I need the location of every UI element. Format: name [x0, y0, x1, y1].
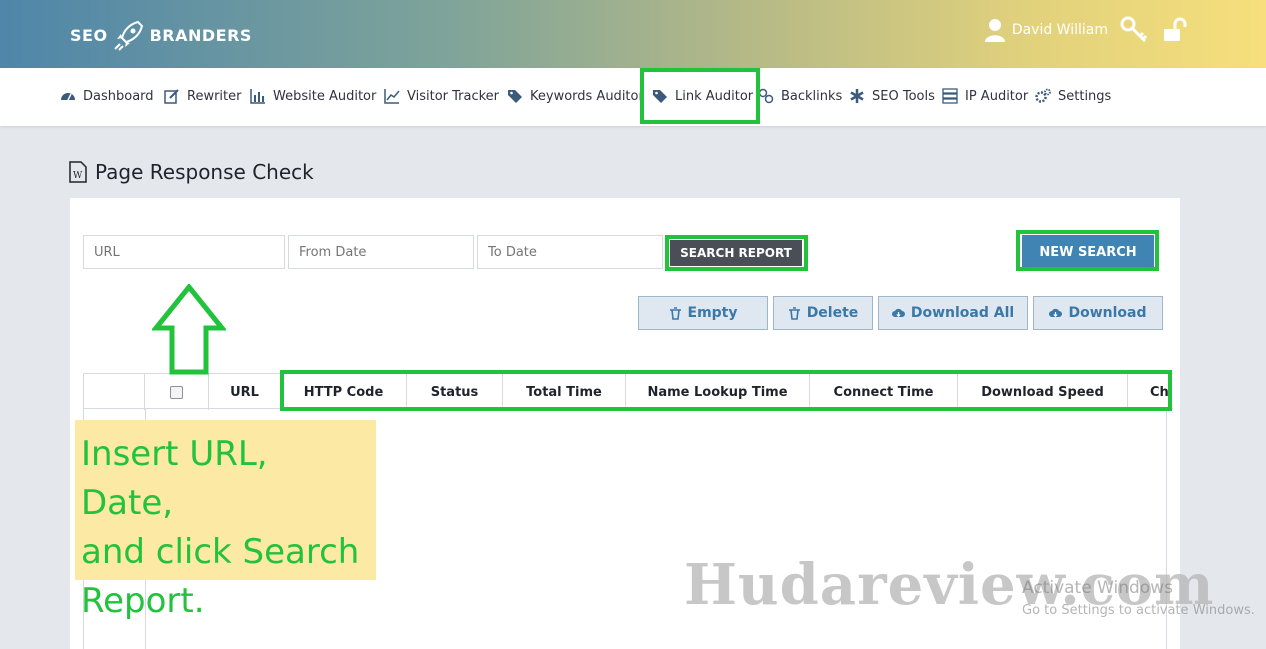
nav-dashboard[interactable]: Dashboard [60, 88, 154, 104]
logo-text-left: SEO [70, 25, 108, 45]
new-search-highlight [1016, 230, 1159, 271]
download-all-button[interactable]: Download All [878, 296, 1028, 330]
server-icon [942, 88, 958, 104]
activate-windows-title: Activate Windows [1022, 578, 1173, 598]
column-url[interactable]: URL [209, 374, 281, 410]
main-nav: Dashboard Rewriter Website Auditor Visit… [0, 68, 1266, 126]
from-date-input[interactable] [288, 235, 474, 269]
cloud-download-icon [1049, 308, 1063, 317]
cloud-download-icon [891, 308, 905, 317]
link-auditor-highlight [640, 68, 760, 124]
nav-settings[interactable]: Settings [1035, 88, 1111, 104]
tags-icon [508, 90, 522, 103]
top-header: SEO BRANDERS David William [0, 0, 1266, 68]
url-input[interactable] [83, 235, 285, 269]
select-all-checkbox[interactable] [170, 385, 183, 399]
user-name: David William [1011, 22, 1108, 38]
nav-keywords-auditor[interactable]: Keywords Auditor [507, 88, 644, 104]
rocket-icon [113, 20, 143, 51]
download-button[interactable]: Download [1033, 296, 1163, 330]
nav-backlinks[interactable]: Backlinks [758, 88, 842, 104]
nav-visitor-tracker[interactable]: Visitor Tracker [384, 88, 499, 104]
up-arrow-annotation [152, 284, 226, 375]
bar-chart-icon [250, 89, 265, 104]
trash-icon [669, 306, 681, 320]
column-select-all[interactable] [145, 374, 209, 410]
svg-text:W: W [73, 171, 83, 181]
to-date-input[interactable] [477, 235, 663, 269]
activate-windows-subtitle: Go to Settings to activate Windows. [1022, 603, 1255, 618]
nav-rewriter[interactable]: Rewriter [164, 88, 241, 104]
dashboard-icon [61, 93, 75, 101]
link-icon [758, 88, 774, 104]
column-index [83, 374, 145, 410]
note-line-3: Report. [81, 581, 205, 621]
key-icon[interactable] [1120, 16, 1148, 44]
user-icon [984, 19, 1005, 42]
trash-icon [788, 306, 800, 320]
document-icon: W [69, 161, 87, 183]
note-line-1: Insert URL, Date, [81, 434, 268, 523]
delete-button[interactable]: Delete [773, 296, 873, 330]
edit-icon [164, 89, 179, 104]
nav-website-auditor[interactable]: Website Auditor [250, 88, 376, 104]
columns-highlight [280, 370, 1172, 411]
line-chart-icon [384, 89, 400, 104]
note-line-2: and click Search [81, 532, 360, 572]
logo-text-right: BRANDERS [149, 25, 252, 45]
cogs-icon [1035, 88, 1051, 103]
unlock-icon[interactable] [1162, 17, 1188, 43]
search-report-highlight [665, 235, 808, 271]
nav-seo-tools[interactable]: SEO Tools [849, 88, 935, 104]
asterisk-icon [850, 89, 864, 103]
user-menu[interactable]: David William [984, 16, 1188, 44]
page-title: W Page Response Check [68, 160, 314, 184]
instruction-note: Insert URL, Date, and click Search Repor… [75, 420, 376, 621]
empty-button[interactable]: Empty [638, 296, 768, 330]
nav-ip-auditor[interactable]: IP Auditor [942, 88, 1028, 104]
brand-logo[interactable]: SEO BRANDERS [70, 18, 252, 52]
